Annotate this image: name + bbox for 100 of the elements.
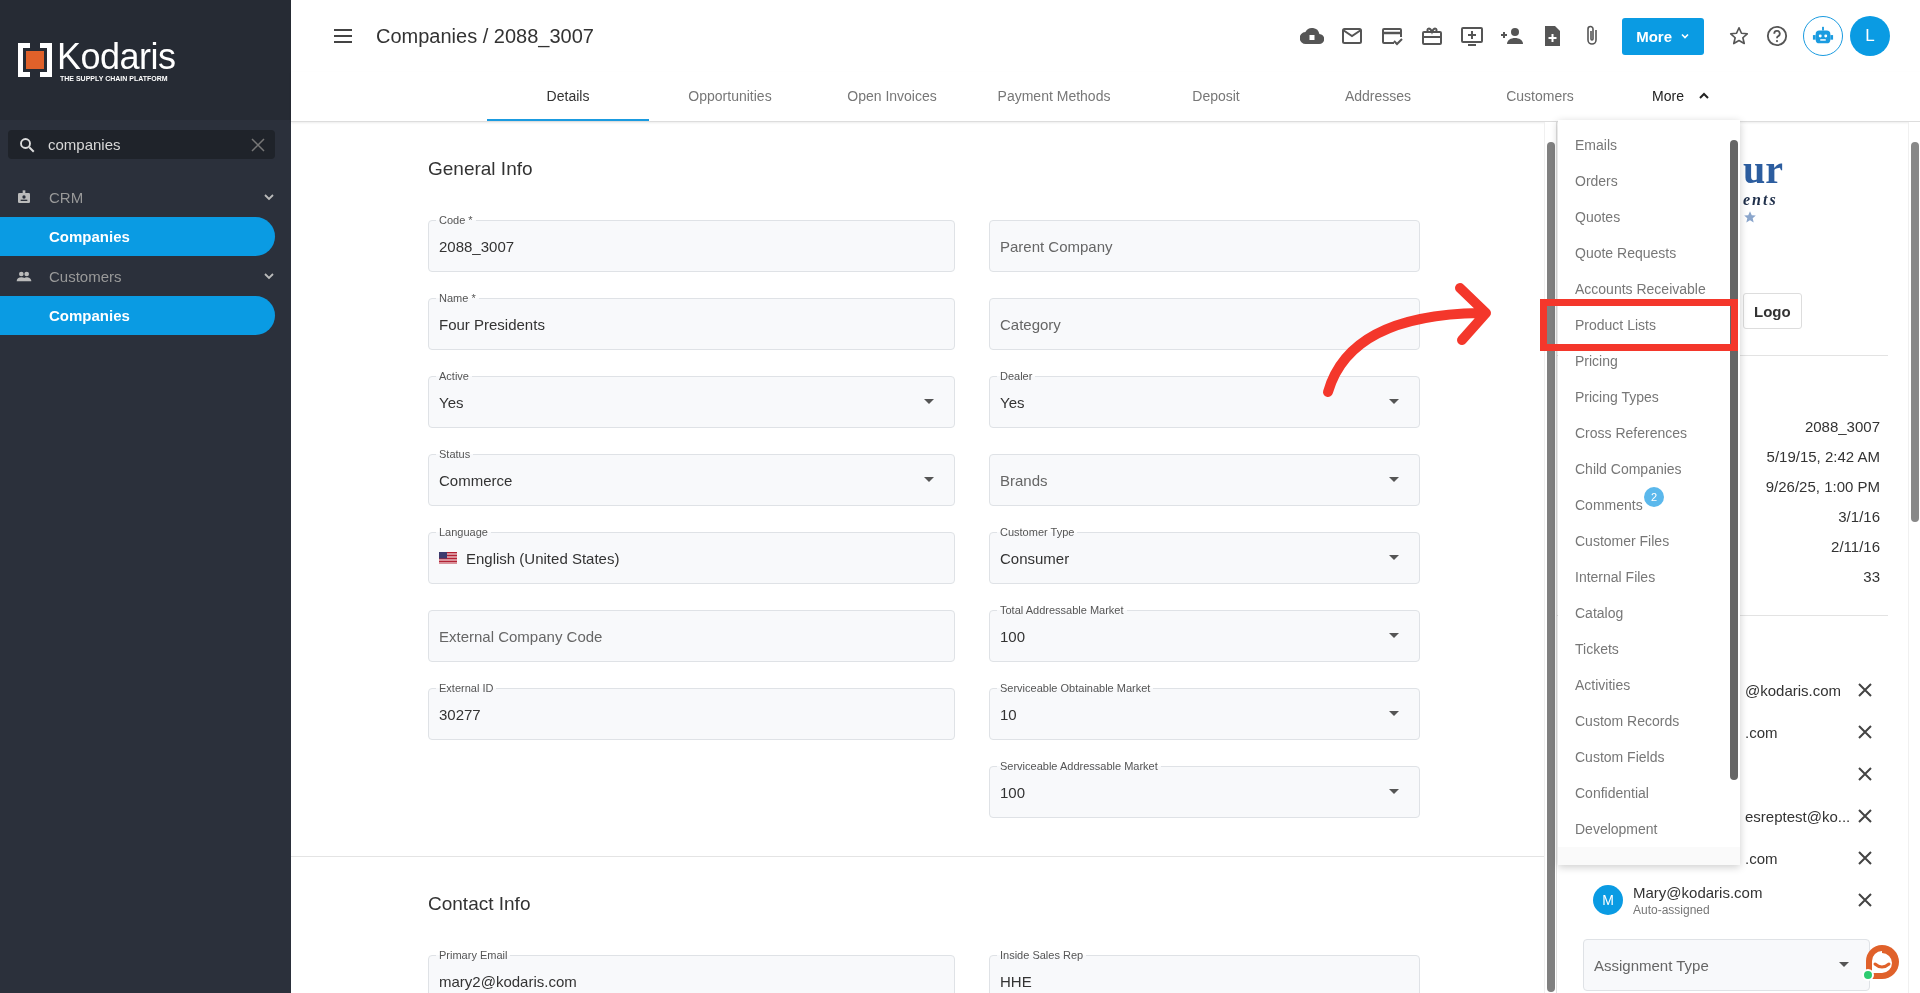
tab[interactable]: Customers	[1459, 72, 1621, 121]
input-field[interactable]: External Company Code	[428, 610, 955, 662]
search-icon	[18, 135, 36, 154]
detail-value: 2/11/16	[1831, 537, 1880, 557]
assignee-email: @kodaris.com	[1745, 681, 1842, 699]
assignee-email: Mary@kodaris.com	[1633, 883, 1763, 901]
star-icon[interactable]	[1728, 25, 1750, 47]
section-title: Contact Info	[428, 892, 532, 916]
detail-value: 3/1/16	[1838, 507, 1880, 527]
assignee-role: Auto-assigned	[1633, 902, 1710, 917]
tab[interactable]: Addresses	[1297, 72, 1459, 121]
assignee-email: .com	[1745, 849, 1778, 867]
count-badge: 2	[1644, 487, 1664, 507]
field-label: Status	[436, 447, 474, 461]
menu-item[interactable]: Customer Files	[1558, 523, 1723, 559]
more-button[interactable]: More	[1622, 17, 1704, 55]
close-icon[interactable]	[1858, 767, 1872, 781]
menu-item[interactable]: Tickets	[1558, 631, 1723, 667]
user-avatar[interactable]: L	[1850, 16, 1890, 56]
tab[interactable]: Payment Methods	[973, 72, 1135, 121]
clear-icon[interactable]	[251, 137, 265, 152]
menu-item[interactable]: Catalog	[1558, 595, 1723, 631]
field-label: Name *	[436, 291, 479, 305]
input-field[interactable]: Parent Company	[989, 220, 1420, 272]
field-label: Serviceable Obtainable Market	[997, 681, 1154, 695]
detail-value: 33	[1863, 567, 1880, 587]
dropdown-arrow-icon	[1389, 555, 1399, 561]
menu-item[interactable]: Accounts Receivable	[1558, 271, 1723, 307]
tab[interactable]: Open Invoices	[811, 72, 973, 121]
dropdown-arrow-icon	[1839, 962, 1849, 968]
page-title: Companies / 2088_3007	[376, 24, 594, 48]
detail-value: 2088_3007	[1804, 417, 1880, 437]
tab[interactable]: Opportunities	[649, 72, 811, 121]
assignee-email: .com	[1745, 723, 1778, 741]
search-field[interactable]: companies	[8, 130, 275, 159]
dropdown-field[interactable]: Assignment Type	[1583, 939, 1870, 991]
menu-item[interactable]: Development	[1558, 811, 1723, 847]
dropdown-arrow-icon	[1389, 633, 1399, 639]
dropdown-arrow-icon	[1389, 711, 1399, 717]
field-label: Total Addressable Market	[997, 603, 1127, 617]
scrollbar[interactable]	[1728, 120, 1740, 840]
detail-value: 9/26/25, 1:00 PM	[1765, 477, 1880, 497]
nav-group[interactable]: CRM	[0, 177, 291, 217]
tab[interactable]: Deposit	[1135, 72, 1297, 121]
menu-item[interactable]: Pricing Types	[1558, 379, 1723, 415]
chat-icon[interactable]	[1862, 942, 1902, 982]
menu-item[interactable]: Custom Records	[1558, 703, 1723, 739]
close-icon[interactable]	[1858, 851, 1872, 865]
dropdown-field[interactable]: Brands	[989, 454, 1420, 506]
logo-name: Kodaris	[57, 38, 176, 75]
menu-item[interactable]: Emails	[1558, 127, 1723, 163]
monitor-plus-icon[interactable]	[1460, 24, 1485, 48]
menu-item[interactable]: Orders	[1558, 163, 1723, 199]
menu-item[interactable]: Quote Requests	[1558, 235, 1723, 271]
help-icon[interactable]	[1766, 25, 1788, 47]
scrollbar[interactable]	[1908, 122, 1920, 993]
field-label: Inside Sales Rep	[997, 948, 1087, 962]
menu-item[interactable]: Child Companies	[1558, 451, 1723, 487]
nav-group[interactable]: Customers	[0, 256, 291, 296]
menu-item[interactable]: Quotes	[1558, 199, 1723, 235]
dropdown-arrow-icon	[924, 477, 934, 483]
scrollbar[interactable]	[1544, 122, 1556, 993]
section-title: General Info	[428, 157, 534, 181]
field-label: Serviceable Addressable Market	[997, 759, 1161, 773]
nav-item[interactable]: Companies	[0, 217, 275, 256]
menu-item[interactable]: Activities	[1558, 667, 1723, 703]
field-label: Language	[436, 525, 491, 539]
menu-item[interactable]: Confidential	[1558, 775, 1723, 811]
field-label: Primary Email	[436, 948, 511, 962]
close-icon[interactable]	[1858, 893, 1872, 907]
avatar: M	[1593, 885, 1623, 915]
horizontal-scrollbar[interactable]	[1558, 847, 1740, 865]
menu-item[interactable]: Pricing	[1558, 343, 1723, 379]
menu-icon[interactable]	[333, 28, 353, 44]
close-icon[interactable]	[1858, 809, 1872, 823]
menu-item[interactable]: Internal Files	[1558, 559, 1723, 595]
kodaris-logo-icon	[18, 43, 52, 77]
menu-item[interactable]: Product Lists	[1558, 307, 1723, 343]
field-label: Customer Type	[997, 525, 1078, 539]
field-label: Code *	[436, 213, 476, 227]
tab[interactable]: More	[1621, 72, 1741, 121]
close-icon[interactable]	[1858, 683, 1872, 697]
nav-item[interactable]: Companies	[0, 296, 275, 335]
dropdown-arrow-icon	[1389, 477, 1399, 483]
detail-value: 5/19/15, 2:42 AM	[1766, 447, 1880, 467]
dropdown-arrow-icon	[924, 399, 934, 405]
id-badge-icon	[16, 189, 32, 205]
menu-item[interactable]: Custom Fields	[1558, 739, 1723, 775]
menu-item[interactable]: Comments 2	[1558, 487, 1723, 523]
menu-item[interactable]: Cross References	[1558, 415, 1723, 451]
caret-icon	[1680, 31, 1690, 41]
tab[interactable]: Details	[487, 72, 649, 121]
close-icon[interactable]	[1858, 725, 1872, 739]
field-label: Dealer	[997, 369, 1036, 383]
dropdown-arrow-icon	[1389, 789, 1399, 795]
field-label: Active	[436, 369, 472, 383]
assignee-email: esreptest@ko...	[1745, 807, 1851, 825]
input-field[interactable]: Category	[989, 298, 1420, 350]
logo-button[interactable]: Logo	[1743, 293, 1802, 329]
flag-icon	[439, 552, 457, 564]
